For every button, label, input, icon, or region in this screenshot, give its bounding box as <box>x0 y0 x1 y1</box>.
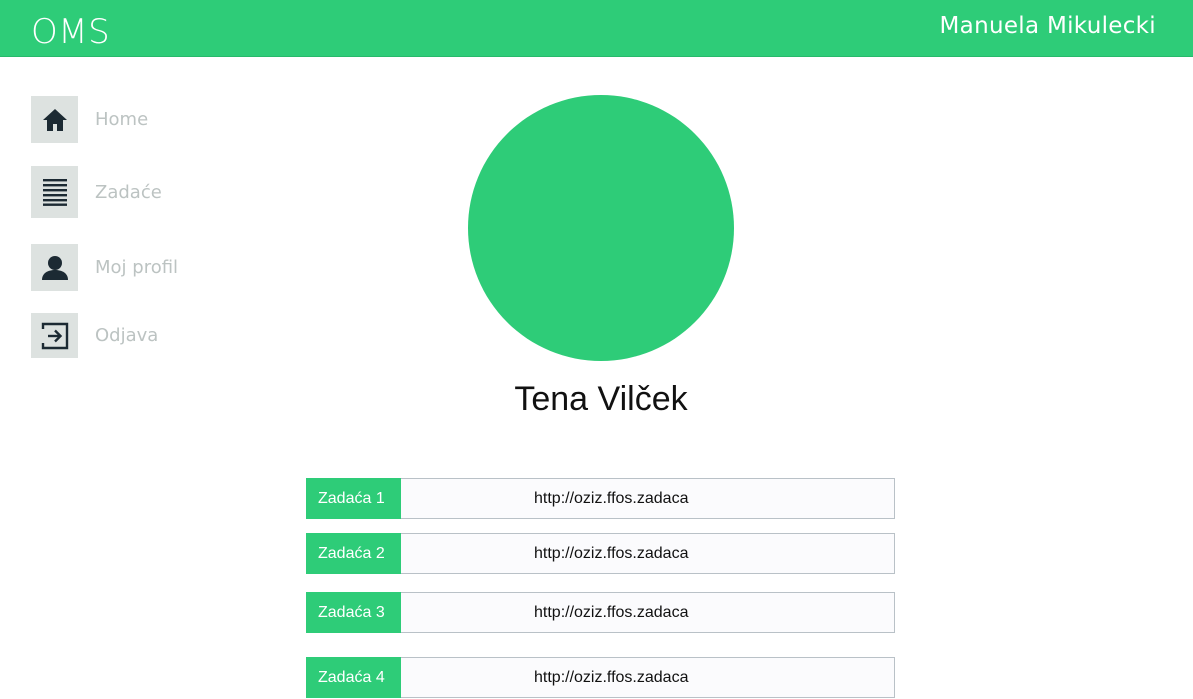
profile-name: Tena Vilček <box>514 380 688 418</box>
sidebar-item-odjava[interactable]: Odjava <box>31 313 158 358</box>
assignment-row: Zadaća 2 http://oziz.ffos.zadaca <box>306 533 895 574</box>
avatar[interactable] <box>468 95 734 361</box>
sidebar-item-label: Zadaće <box>95 181 162 203</box>
sidebar-item-moj-profil[interactable]: Moj profil <box>31 244 178 291</box>
assignment-link[interactable]: http://oziz.ffos.zadaca <box>401 657 895 698</box>
app-window: OMS Manuela Mikulecki Home Zadaće Moj pr… <box>0 0 1193 699</box>
assignment-row: Zadaća 3 http://oziz.ffos.zadaca <box>306 592 895 633</box>
assignment-link[interactable]: http://oziz.ffos.zadaca <box>401 478 895 519</box>
assignment-label: Zadaća 1 <box>306 478 401 519</box>
sidebar-item-label: Moj profil <box>95 257 179 278</box>
list-icon <box>31 166 78 218</box>
assignment-link[interactable]: http://oziz.ffos.zadaca <box>401 592 895 633</box>
assignment-row: Zadaća 1 http://oziz.ffos.zadaca <box>306 478 895 519</box>
sidebar-item-label: Odjava <box>95 325 159 346</box>
assignment-label: Zadaća 4 <box>306 657 401 698</box>
sidebar-item-home[interactable]: Home <box>31 96 148 143</box>
home-icon <box>31 96 78 143</box>
assignment-label: Zadaća 3 <box>306 592 401 633</box>
sidebar-item-zadace[interactable]: Zadaće <box>31 166 162 218</box>
current-user-name[interactable]: Manuela Mikulecki <box>940 13 1156 39</box>
assignment-row: Zadaća 4 http://oziz.ffos.zadaca <box>306 657 895 698</box>
logout-icon <box>31 313 78 358</box>
assignment-link[interactable]: http://oziz.ffos.zadaca <box>401 533 895 574</box>
sidebar-item-label: Home <box>95 109 149 130</box>
assignment-label: Zadaća 2 <box>306 533 401 574</box>
user-icon <box>31 244 78 291</box>
brand-logo[interactable]: OMS <box>31 12 110 52</box>
top-bar: OMS Manuela Mikulecki <box>0 0 1193 57</box>
